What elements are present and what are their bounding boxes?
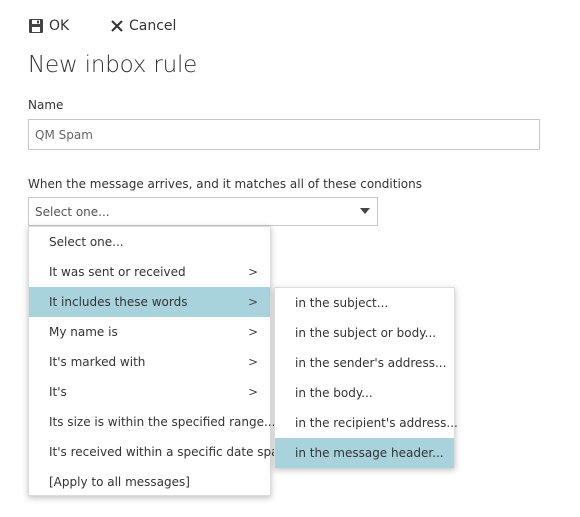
menu-item-date-span[interactable]: It's received within a specific date spa… (29, 437, 298, 467)
menu-item-sent-or-received[interactable]: It was sent or received > (29, 257, 270, 287)
menu-item-label: It's marked with (49, 355, 146, 369)
condition-select-value: Select one... (35, 205, 110, 219)
submenu-item-label: in the subject... (295, 296, 389, 310)
conditions-label: When the message arrives, and it matches… (28, 177, 422, 191)
submenu-item-label: in the subject or body... (295, 326, 437, 340)
submenu-item-recipient-address[interactable]: in the recipient's address... (275, 408, 458, 438)
name-label: Name (28, 98, 64, 112)
menu-item-label: My name is (49, 325, 118, 339)
menu-item-select-one[interactable]: Select one... (29, 227, 270, 257)
chevron-right-icon: > (247, 325, 258, 339)
submenu-item-body[interactable]: in the body... (275, 378, 454, 408)
menu-item-label: It's received within a specific date spa… (49, 445, 298, 459)
menu-item-label: It was sent or received (49, 265, 186, 279)
condition-select[interactable]: Select one... (28, 197, 378, 226)
menu-item-label: [Apply to all messages] (49, 475, 190, 489)
submenu-item-message-header[interactable]: in the message header... (275, 438, 454, 468)
chevron-right-icon: > (247, 385, 258, 399)
menu-item-label: It's (49, 385, 67, 399)
submenu-item-label: in the message header... (295, 446, 444, 460)
menu-item-label: It includes these words (49, 295, 188, 309)
cancel-label: Cancel (129, 18, 177, 34)
floppy-disk-icon (29, 19, 43, 33)
submenu-item-subject[interactable]: in the subject... (275, 288, 454, 318)
menu-item-marked-with[interactable]: It's marked with > (29, 347, 270, 377)
chevron-right-icon: > (247, 355, 258, 369)
chevron-right-icon: > (247, 295, 258, 309)
close-icon (111, 20, 123, 32)
submenu-item-sender-address[interactable]: in the sender's address... (275, 348, 454, 378)
condition-dropdown-menu: Select one... It was sent or received > … (28, 226, 298, 497)
menu-item-label: Its size is within the specified range..… (49, 415, 276, 429)
menu-item-its[interactable]: It's > (29, 377, 270, 407)
submenu-item-label: in the sender's address... (295, 356, 447, 370)
ok-button[interactable]: OK (29, 15, 69, 37)
menu-item-label: Select one... (49, 235, 124, 249)
menu-item-apply-to-all[interactable]: [Apply to all messages] (29, 467, 270, 497)
new-inbox-rule-page: OK Cancel New inbox rule Name When the m… (0, 0, 580, 517)
chevron-right-icon: > (247, 265, 258, 279)
submenu-item-label: in the body... (295, 386, 373, 400)
submenu-item-subject-or-body[interactable]: in the subject or body... (275, 318, 454, 348)
name-input[interactable] (28, 119, 540, 150)
includes-words-submenu: in the subject... in the subject or body… (274, 287, 458, 468)
ok-label: OK (49, 18, 70, 34)
submenu-item-label: in the recipient's address... (295, 416, 458, 430)
caret-down-icon (360, 208, 370, 214)
cancel-button[interactable]: Cancel (111, 15, 176, 37)
page-title: New inbox rule (28, 52, 198, 78)
menu-item-size-range[interactable]: Its size is within the specified range..… (29, 407, 275, 437)
menu-item-my-name-is[interactable]: My name is > (29, 317, 270, 347)
menu-item-includes-words[interactable]: It includes these words > (29, 287, 270, 317)
